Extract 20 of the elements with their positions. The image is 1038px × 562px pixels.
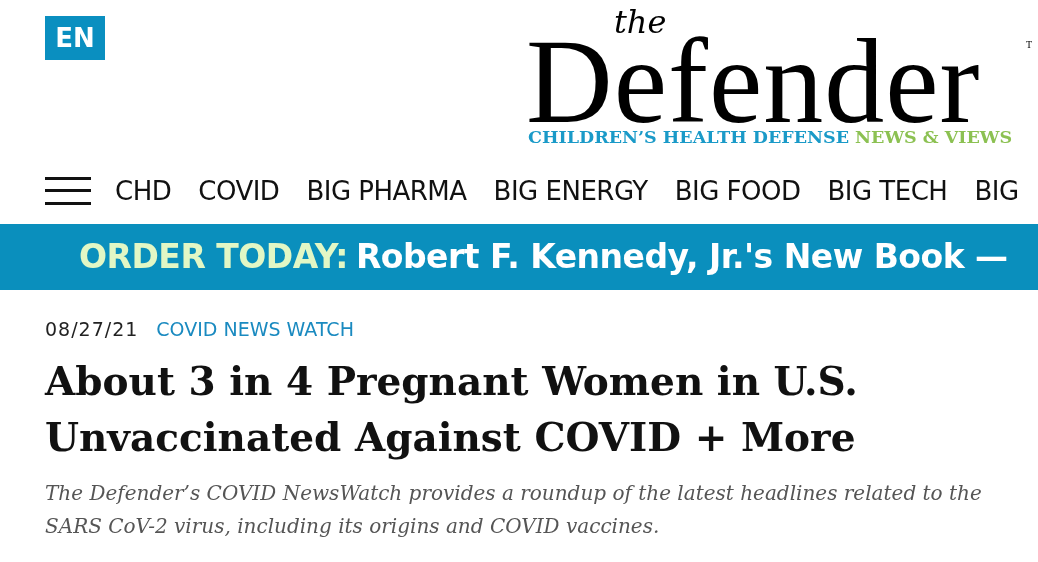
article-date: 08/27/21 xyxy=(45,320,139,339)
language-badge[interactable]: EN xyxy=(45,16,105,60)
category-link[interactable]: COVID NEWS WATCH xyxy=(156,320,354,339)
nav-link[interactable]: BIG PHARMA xyxy=(306,171,467,211)
tagline: CHILDREN’S HEALTH DEFENSE xyxy=(528,129,850,147)
article-headline: About 3 in 4 Pregnant Women in U.S. Unvaccinated Against COVID + More xyxy=(45,357,859,462)
tagline-accent: NEWS & VIEWS xyxy=(855,129,1013,147)
banner-text: Robert F. Kennedy, Jr.'s New Book — xyxy=(355,236,1008,279)
nav-link[interactable]: CHD xyxy=(115,171,172,211)
nav-link[interactable]: BIG xyxy=(974,171,1019,211)
trademark: T xyxy=(1026,40,1033,50)
nav-link[interactable]: BIG TECH xyxy=(827,171,948,211)
nav-link[interactable]: COVID xyxy=(198,171,280,211)
article-summary: The Defender’s COVID NewsWatch provides a roundup of the latest headlines related to the SARS CoV-2 virus, including its origins and COVID vaccines. xyxy=(45,480,983,540)
menu-icon[interactable] xyxy=(45,177,91,205)
nav-link[interactable]: BIG FOOD xyxy=(674,171,801,211)
promo-banner[interactable]: ORDER TODAY: Robert F. Kennedy, Jr.'s New Book — xyxy=(0,224,1038,290)
nav-link[interactable]: BIG ENERGY xyxy=(493,171,648,211)
banner-highlight: ORDER TODAY: xyxy=(79,236,348,279)
logo-the: the xyxy=(614,6,667,38)
